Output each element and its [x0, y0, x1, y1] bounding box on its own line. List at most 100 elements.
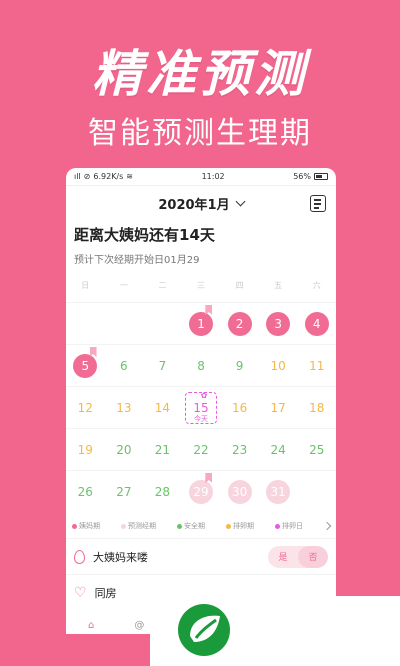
calendar-empty-cell [297, 471, 336, 512]
today-label: 今天 [194, 415, 209, 423]
calendar-day-12[interactable]: 12 [66, 387, 105, 428]
notes-icon[interactable] [310, 195, 326, 212]
calendar-day-15[interactable]: 15 ✿ 今天 [182, 387, 221, 428]
weekday-label: 五 [274, 281, 283, 290]
day-number: 2 [227, 311, 252, 336]
calendar-day-16[interactable]: 16 [220, 387, 259, 428]
day-number: 7 [158, 358, 167, 373]
day-number: 27 [116, 484, 132, 499]
calendar-day-25[interactable]: 25 [297, 429, 336, 470]
day-number: 16 [231, 400, 248, 415]
calendar-day-26[interactable]: 26 [66, 471, 105, 512]
calendar-day-13[interactable]: 13 [105, 387, 144, 428]
day-number: 17 [270, 400, 286, 415]
calendar-day-4[interactable]: 4 [297, 303, 336, 344]
calendar-empty-cell [66, 303, 105, 344]
status-bar: ıll ⊘ 6.92K/s ≋ 11:02 56% [66, 168, 336, 186]
ovulation-flower-icon: ✿ [200, 391, 208, 400]
day-number: 28 [154, 484, 171, 499]
day-number: 1 [189, 311, 214, 336]
calendar-week-row: 26 27 28 29 30 31 [66, 470, 336, 512]
calendar-day-2[interactable]: 2 [220, 303, 259, 344]
legend-label: 安全期 [184, 522, 205, 530]
calendar-day-8[interactable]: 8 [182, 345, 221, 386]
battery-icon [314, 173, 328, 180]
calendar-day-19[interactable]: 19 [66, 429, 105, 470]
calendar-day-11[interactable]: 11 [297, 345, 336, 386]
toggle-yes[interactable]: 是 [268, 546, 298, 568]
calendar-day-20[interactable]: 20 [105, 429, 144, 470]
calendar-day-23[interactable]: 23 [220, 429, 259, 470]
day-number: 23 [231, 442, 248, 457]
weekday-header: 日一二三四五六 [66, 280, 336, 298]
day-number: 25 [309, 442, 325, 457]
chevron-down-icon [235, 196, 246, 206]
weekday-label: 三 [197, 281, 206, 290]
bookmark-flag-icon [205, 305, 213, 315]
day-number: 3 [266, 311, 291, 336]
month-picker[interactable]: 2020年1月 [158, 194, 246, 213]
headline: 精准预测 [92, 45, 308, 103]
calendar-day-1[interactable]: 1 [182, 303, 221, 344]
calendar-day-10[interactable]: 10 [259, 345, 298, 386]
period-toggle[interactable]: 是 否 [268, 545, 328, 568]
day-number: 9 [235, 358, 244, 373]
top-bar: 2020年1月 [66, 186, 336, 220]
month-label: 2020年1月 [158, 197, 230, 213]
legend-label: 排卵期 [233, 522, 254, 530]
legend-label: 排卵日 [282, 522, 303, 530]
day-number: 8 [197, 358, 205, 373]
signal-icon: ıll [74, 172, 81, 181]
weekday-label: 二 [158, 281, 167, 290]
calendar-day-29[interactable]: 29 [182, 471, 221, 512]
calendar-day-21[interactable]: 21 [143, 429, 182, 470]
calendar-day-9[interactable]: 9 [220, 345, 259, 386]
day-number: 19 [77, 442, 93, 457]
day-number: 18 [309, 400, 325, 415]
calendar-day-18[interactable]: 18 [297, 387, 336, 428]
day-number: 4 [304, 311, 329, 336]
day-number: 20 [116, 442, 132, 457]
calendar-day-27[interactable]: 27 [105, 471, 144, 512]
calendar-day-6[interactable]: 6 [105, 345, 144, 386]
weekday-label: 四 [235, 281, 244, 290]
stats-icon[interactable]: @ [134, 620, 144, 634]
calendar-day-7[interactable]: 7 [143, 345, 182, 386]
day-number: 11 [309, 358, 325, 373]
calendar-day-3[interactable]: 3 [259, 303, 298, 344]
calendar-day-31[interactable]: 31 [259, 471, 298, 512]
legend-label: 姨妈期 [79, 522, 100, 530]
calendar-day-30[interactable]: 30 [220, 471, 259, 512]
calendar-day-28[interactable]: 28 [143, 471, 182, 512]
day-number: 10 [270, 358, 286, 373]
chevron-right-icon[interactable] [322, 521, 332, 531]
calendar-day-24[interactable]: 24 [259, 429, 298, 470]
calendar-grid: 1 2 3 4 5 6 7 8 9 10 11 12 13 14 15 ✿ 今天 16 17 18 19 20 21 22 23… [66, 302, 336, 512]
calendar-day-5[interactable]: 5 [66, 345, 105, 386]
legend-item: 姨妈期 [72, 521, 100, 531]
wifi-icon: ≋ [126, 172, 133, 181]
calendar-day-22[interactable]: 22 [182, 429, 221, 470]
heart-icon: ♡ [74, 584, 87, 601]
network-speed: 6.92K/s [93, 172, 124, 181]
bookmark-flag-icon [205, 473, 213, 483]
home-icon[interactable]: ⌂ [88, 620, 94, 634]
drop-icon [74, 549, 85, 564]
calendar-week-row: 5 6 7 8 9 10 11 [66, 344, 336, 386]
calendar-empty-cell [143, 303, 182, 344]
calendar-week-row: 19 20 21 22 23 24 25 [66, 428, 336, 470]
day-number: 12 [77, 400, 93, 415]
legend: 姨妈期 预测经期 安全期 排卵期 排卵日 [66, 514, 336, 538]
legend-dot-icon [275, 523, 280, 529]
legend-item: 排卵日 [275, 521, 303, 531]
legend-label: 预测经期 [128, 522, 156, 530]
toggle-no[interactable]: 否 [298, 545, 328, 568]
day-number: 5 [73, 353, 98, 378]
legend-dot-icon [177, 523, 182, 529]
day-number: 29 [189, 479, 214, 504]
day-number: 21 [154, 442, 171, 457]
calendar-day-14[interactable]: 14 [143, 387, 182, 428]
next-period-date: 预计下次经期开始日01月29 [74, 255, 200, 266]
legend-dot-icon [72, 523, 77, 529]
calendar-day-17[interactable]: 17 [259, 387, 298, 428]
